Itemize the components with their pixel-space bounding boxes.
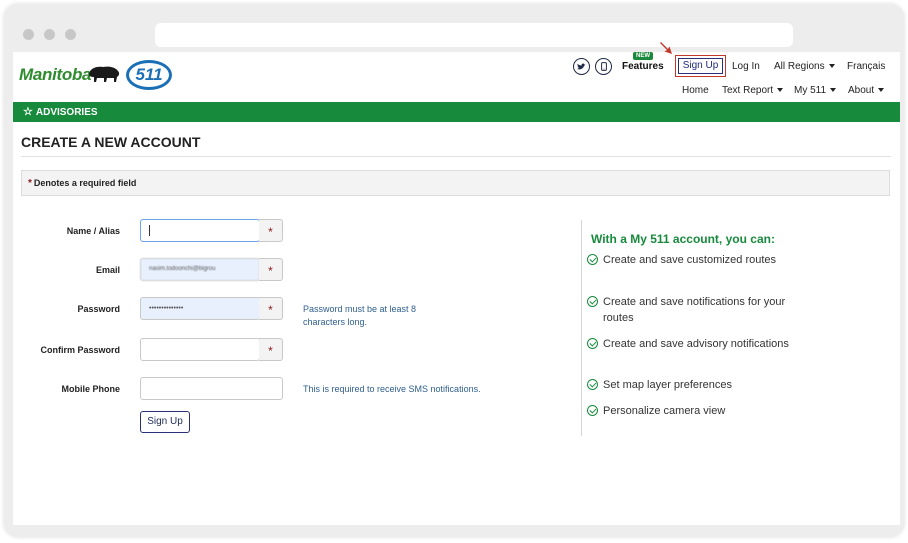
signup-submit-button[interactable]: Sign Up bbox=[140, 411, 190, 433]
name-input[interactable] bbox=[140, 219, 260, 242]
benefit-item: Set map layer preferences bbox=[587, 377, 793, 393]
features-link[interactable]: Features bbox=[622, 61, 664, 72]
name-required-marker: * bbox=[259, 219, 283, 242]
required-note: * Denotes a required field bbox=[21, 170, 890, 196]
nav-my511[interactable]: My 511 bbox=[794, 85, 837, 96]
nav-home[interactable]: Home bbox=[682, 85, 709, 96]
about-label: About bbox=[848, 85, 875, 96]
check-circle-icon bbox=[587, 296, 598, 307]
advisories-label: ADVISORIES bbox=[35, 107, 98, 118]
divider bbox=[21, 156, 891, 157]
nav-text-report[interactable]: Text Report bbox=[722, 85, 784, 96]
benefit-item: Create and save notifications for your r… bbox=[587, 294, 793, 326]
password-input[interactable]: •••••••••••••• bbox=[140, 297, 260, 320]
chevron-down-icon bbox=[830, 88, 837, 93]
check-circle-icon bbox=[587, 254, 598, 265]
my511-label: My 511 bbox=[794, 85, 827, 96]
close-dot[interactable] bbox=[23, 29, 34, 40]
required-note-text: Denotes a required field bbox=[33, 178, 137, 188]
benefit-text: Create and save customized routes bbox=[603, 254, 777, 266]
login-link[interactable]: Log In bbox=[732, 61, 760, 72]
regions-dropdown[interactable]: All Regions bbox=[774, 61, 835, 72]
required-asterisk-icon: * bbox=[28, 178, 32, 189]
benefits-title: With a My 511 account, you can: bbox=[591, 232, 775, 246]
benefit-text: Create and save advisory notifications bbox=[603, 338, 789, 350]
minimize-dot[interactable] bbox=[44, 29, 55, 40]
maximize-dot[interactable] bbox=[65, 29, 76, 40]
star-icon: ☆ bbox=[23, 106, 33, 118]
text-cursor bbox=[149, 225, 150, 236]
email-label: Email bbox=[95, 265, 120, 275]
window-controls bbox=[23, 29, 76, 40]
password-required-marker: * bbox=[259, 297, 283, 320]
header-signup-highlight: Sign Up bbox=[675, 55, 726, 77]
email-input[interactable]: nasim.todoonchi@bigrou bbox=[140, 258, 260, 281]
check-circle-icon bbox=[587, 338, 598, 349]
mobile-phone-icon[interactable] bbox=[595, 58, 612, 75]
password-help: Password must be at least 8 characters l… bbox=[303, 304, 417, 327]
check-circle-icon bbox=[587, 379, 598, 390]
benefit-item: Create and save customized routes bbox=[587, 252, 793, 268]
new-badge: NEW bbox=[633, 52, 653, 60]
benefit-text: Personalize camera view bbox=[603, 405, 726, 417]
email-required-marker: * bbox=[259, 258, 283, 281]
511-logo[interactable]: 511 bbox=[126, 60, 172, 90]
text-report-label: Text Report bbox=[722, 85, 774, 96]
advisories-bar[interactable]: ☆ ADVISORIES bbox=[13, 102, 900, 122]
password-label: Password bbox=[77, 304, 120, 314]
mobile-phone-label: Mobile Phone bbox=[61, 384, 121, 394]
bison-icon bbox=[89, 66, 120, 82]
name-label: Name / Alias bbox=[66, 226, 120, 236]
phone-help: This is required to receive SMS notifica… bbox=[303, 384, 481, 394]
language-link[interactable]: Français bbox=[847, 61, 885, 72]
nav-about[interactable]: About bbox=[848, 85, 885, 96]
chevron-down-icon bbox=[878, 88, 885, 93]
benefit-text: Create and save notifications for your r… bbox=[603, 296, 786, 324]
confirm-password-label: Confirm Password bbox=[40, 345, 120, 355]
address-bar[interactable] bbox=[155, 23, 793, 47]
confirm-password-input[interactable] bbox=[140, 338, 260, 361]
check-circle-icon bbox=[587, 405, 598, 416]
benefit-item: Create and save advisory notifications bbox=[587, 336, 793, 352]
chevron-down-icon bbox=[777, 88, 784, 93]
page-content: Manitoba 511 NEW Features Sign Up Log In… bbox=[13, 42, 900, 525]
manitoba-logo[interactable]: Manitoba bbox=[19, 65, 92, 85]
confirm-required-marker: * bbox=[259, 338, 283, 361]
benefit-text: Set map layer preferences bbox=[603, 379, 733, 391]
page-title: CREATE A NEW ACCOUNT bbox=[21, 134, 201, 150]
twitter-icon[interactable] bbox=[573, 58, 590, 75]
header-signup-button[interactable]: Sign Up bbox=[678, 58, 723, 74]
pointer-arrow-icon bbox=[660, 42, 672, 54]
vertical-divider bbox=[581, 220, 582, 436]
chevron-down-icon bbox=[828, 64, 835, 69]
mobile-phone-input[interactable] bbox=[140, 377, 283, 400]
benefit-item: Personalize camera view bbox=[587, 403, 793, 419]
regions-label: All Regions bbox=[774, 61, 825, 72]
